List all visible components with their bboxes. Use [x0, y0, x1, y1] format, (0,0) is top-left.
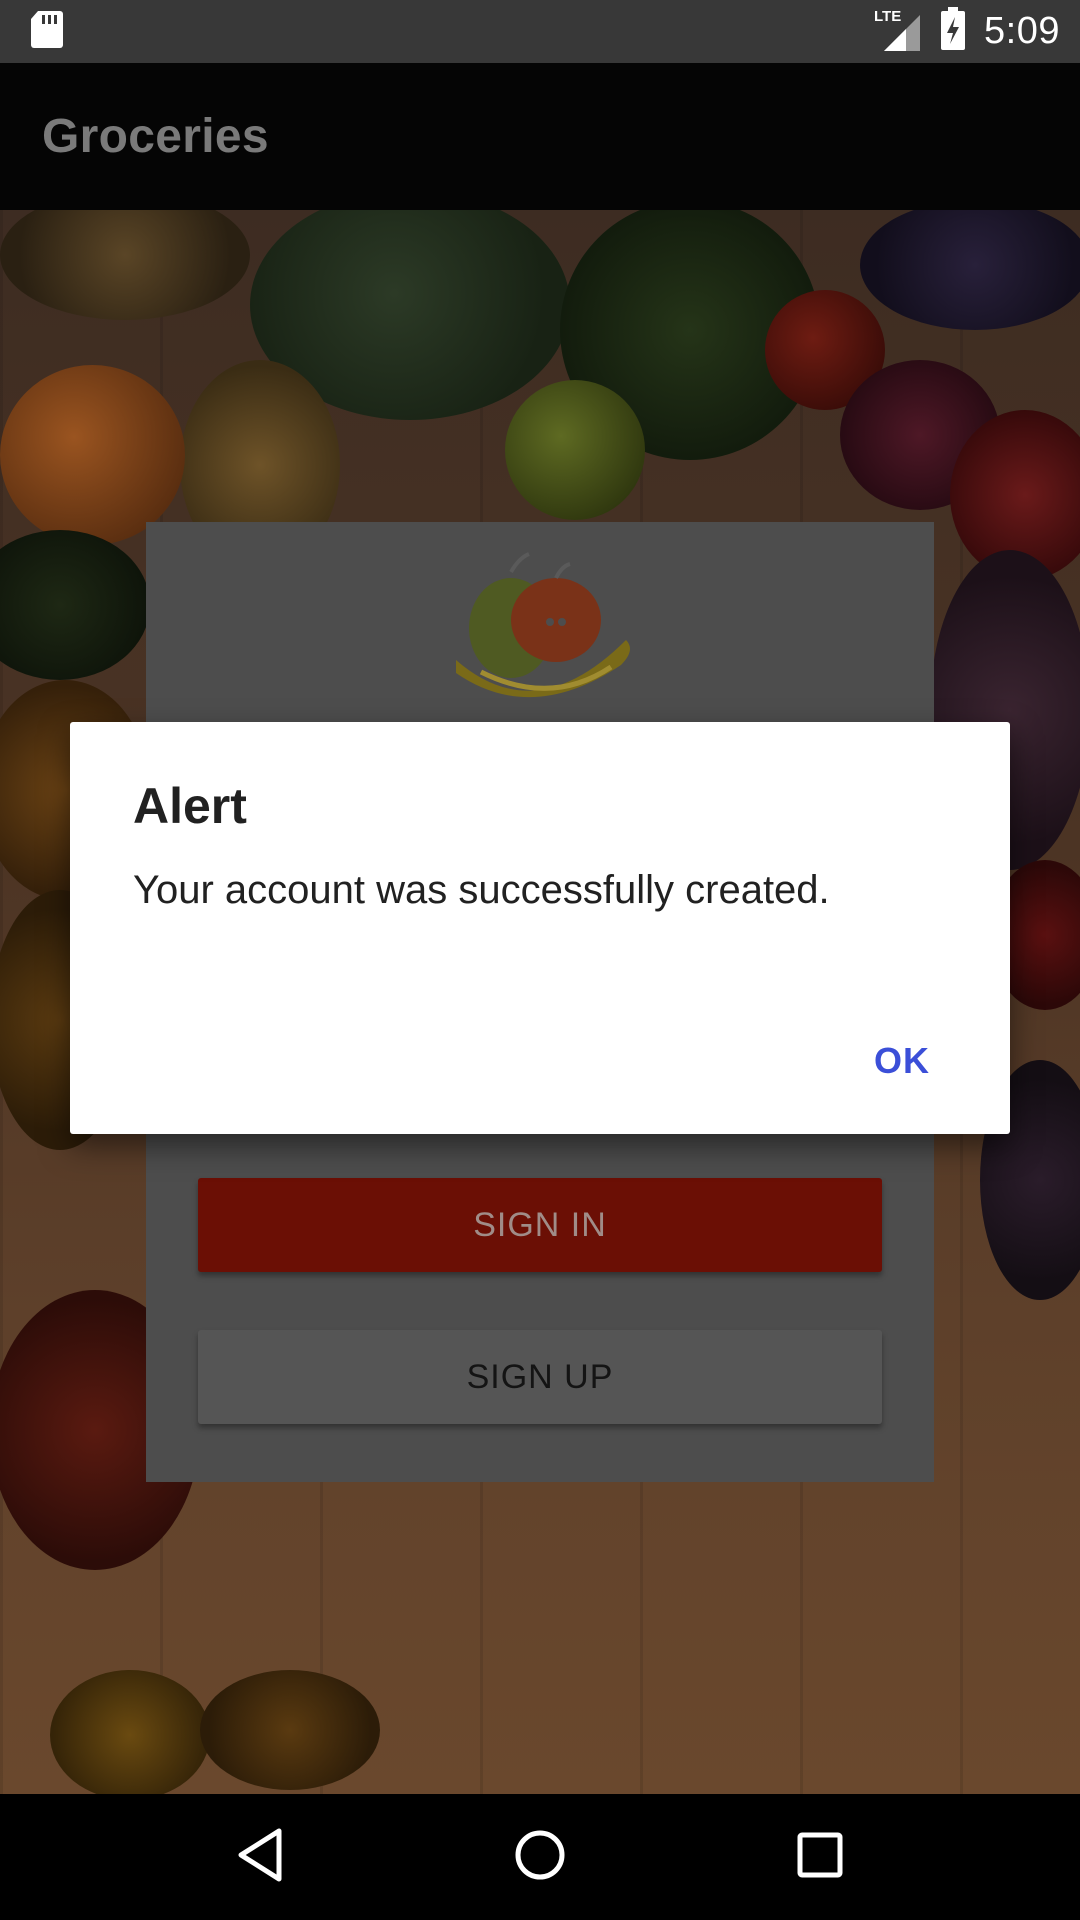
alert-dialog: Alert Your account was successfully crea… — [70, 722, 1010, 1134]
chili-image — [200, 1670, 380, 1790]
home-button[interactable] — [495, 1812, 585, 1902]
recents-button[interactable] — [775, 1812, 865, 1902]
app-bar: Groceries — [0, 63, 1080, 210]
navigation-bar — [0, 1794, 1080, 1920]
dialog-title: Alert — [133, 778, 247, 834]
cucumber-image — [0, 530, 150, 680]
network-label: LTE — [874, 8, 901, 25]
dialog-message: Your account was successfully created. — [133, 868, 830, 912]
status-icons: LTE 5:09 — [874, 7, 1060, 56]
green-apple-image — [505, 380, 645, 520]
sign-up-button[interactable]: SIGN UP — [198, 1330, 882, 1424]
home-icon — [513, 1828, 567, 1887]
sign-in-button[interactable]: SIGN IN — [198, 1178, 882, 1272]
status-time: 5:09 — [984, 10, 1060, 52]
signal-icon: LTE — [874, 7, 922, 56]
pineapple-top-image — [0, 210, 250, 320]
battery-charging-icon — [940, 7, 966, 56]
ok-button[interactable]: OK — [874, 1040, 930, 1082]
screen: LTE 5:09 Groceries SIGN IN SIGN UP Alert… — [0, 0, 1080, 1920]
app-title: Groceries — [42, 110, 269, 163]
back-button[interactable] — [215, 1812, 305, 1902]
orange-image — [0, 365, 185, 545]
status-bar: LTE 5:09 — [0, 0, 1080, 63]
back-icon — [235, 1827, 285, 1888]
app-logo-icon — [446, 550, 636, 715]
eggplant-image — [860, 210, 1080, 330]
yellow-pepper-image — [50, 1670, 210, 1794]
sd-card-icon — [30, 9, 64, 54]
recents-icon — [796, 1831, 844, 1884]
